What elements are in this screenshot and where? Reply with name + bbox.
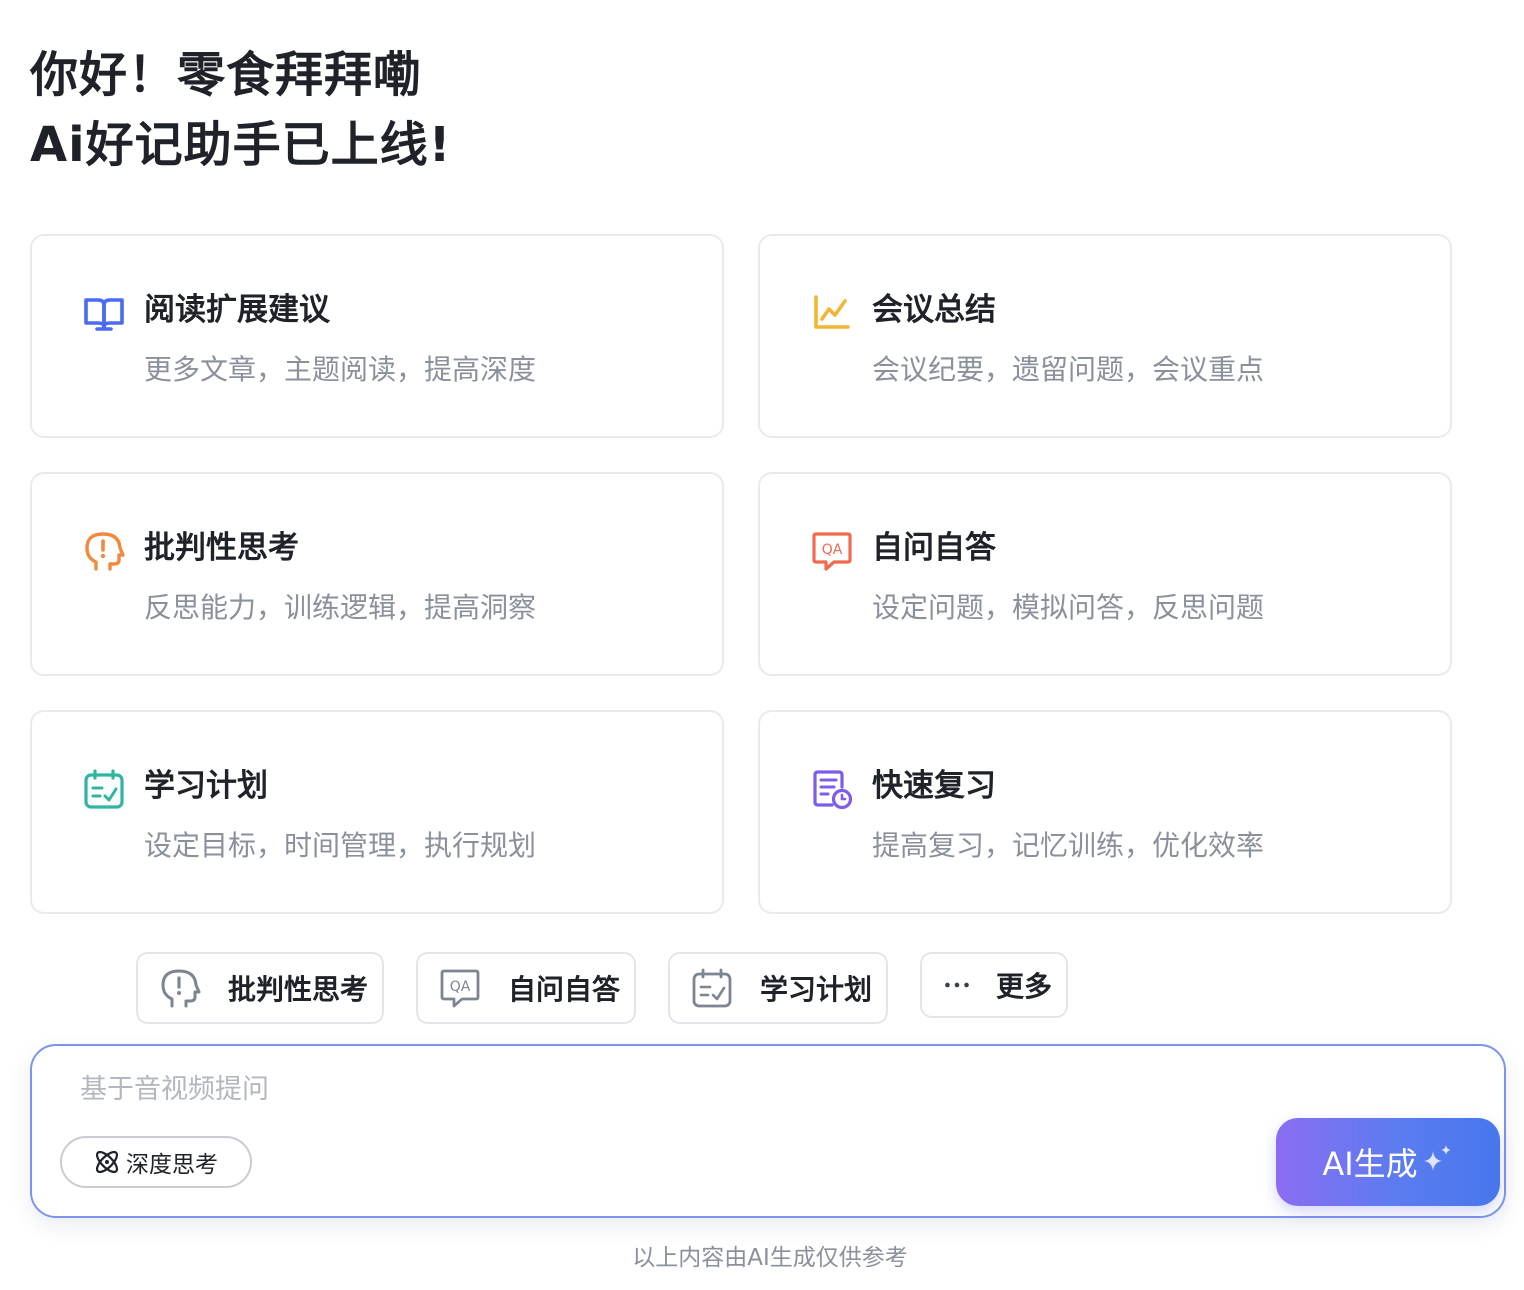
qa-bubble-icon: QA	[440, 969, 480, 1008]
chip-more[interactable]: 更多	[920, 952, 1068, 1018]
card-desc: 会议纪要，遗留问题，会议重点	[872, 353, 1265, 386]
card-title: 快速复习	[872, 768, 996, 804]
chip-label: 更多	[996, 970, 1053, 1003]
sparkle-icon	[1423, 1145, 1451, 1171]
card-quick-review[interactable]: 快速复习 提高复习，记忆训练，优化效率	[758, 710, 1452, 914]
svg-text:QA: QA	[450, 979, 471, 995]
qa-bubble-icon: QA	[812, 532, 852, 571]
calendar-check-icon	[692, 968, 732, 1008]
ai-generate-button[interactable]: AI生成	[1276, 1118, 1500, 1206]
card-title: 批判性思考	[144, 530, 299, 566]
more-dots-icon	[945, 982, 969, 988]
card-desc: 设定目标，时间管理，执行规划	[144, 829, 537, 862]
chip-label: 批判性思考	[228, 973, 369, 1006]
head-exclamation-icon	[161, 969, 201, 1008]
calendar-check-icon	[84, 769, 124, 809]
line-chart-icon	[814, 295, 850, 329]
prompt-box: 深度思考 AI生成	[30, 1044, 1506, 1218]
greeting-line-1: 你好！零食拜拜嘞	[30, 47, 423, 103]
chip-study-plan[interactable]: 学习计划	[668, 952, 888, 1024]
card-title: 会议总结	[872, 292, 996, 328]
chip-self-qa[interactable]: QA 自问自答	[416, 952, 636, 1024]
chip-critical-thinking[interactable]: 批判性思考	[136, 952, 384, 1024]
card-title: 阅读扩展建议	[144, 292, 330, 328]
card-critical-thinking[interactable]: 批判性思考 反思能力，训练逻辑，提高洞察	[30, 472, 724, 676]
card-study-plan[interactable]: 学习计划 设定目标，时间管理，执行规划	[30, 710, 724, 914]
prompt-input[interactable]	[80, 1066, 1180, 1112]
book-open-icon	[84, 298, 124, 331]
card-desc: 提高复习，记忆训练，优化效率	[872, 829, 1265, 862]
chip-label: 自问自答	[508, 973, 621, 1006]
chip-label: 学习计划	[760, 973, 873, 1006]
card-self-qa[interactable]: QA 自问自答 设定问题，模拟问答，反思问题	[758, 472, 1452, 676]
card-desc: 更多文章，主题阅读，提高深度	[144, 353, 537, 386]
head-exclamation-icon	[85, 532, 125, 571]
document-clock-icon	[813, 770, 853, 810]
deep-think-label: 深度思考	[126, 1152, 218, 1178]
greeting-line-2: Ai好记助手已上线!	[30, 117, 452, 173]
deep-think-button[interactable]: 深度思考	[60, 1136, 252, 1188]
svg-text:QA: QA	[822, 542, 843, 558]
card-desc: 设定问题，模拟问答，反思问题	[872, 591, 1265, 624]
disclaimer-note: 以上内容由AI生成仅供参考	[632, 1245, 908, 1271]
atom-icon	[95, 1150, 119, 1174]
card-reading-suggestions[interactable]: 阅读扩展建议 更多文章，主题阅读，提高深度	[30, 234, 724, 438]
ai-generate-label: AI生成	[1322, 1145, 1418, 1183]
card-title: 自问自答	[872, 530, 996, 566]
greeting: 你好！零食拜拜嘞 Ai好记助手已上线!	[30, 40, 930, 180]
card-desc: 反思能力，训练逻辑，提高洞察	[144, 591, 537, 624]
card-meeting-summary[interactable]: 会议总结 会议纪要，遗留问题，会议重点	[758, 234, 1452, 438]
card-title: 学习计划	[144, 768, 268, 804]
